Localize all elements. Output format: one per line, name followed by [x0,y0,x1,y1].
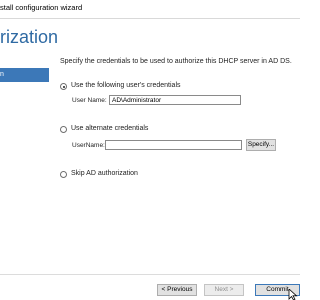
option-current-credentials-label: Use the following user's credentials [71,82,181,89]
specify-button[interactable]: Specify... [246,139,276,151]
user-name-label: User Name: [72,97,107,104]
next-button[interactable]: Next > [204,284,244,296]
radio-alternate-credentials[interactable] [60,126,67,133]
previous-button[interactable]: < Previous [157,284,197,296]
nav-item-label: n [0,71,4,78]
radio-current-credentials[interactable] [60,83,67,90]
option-skip-authorization-label: Skip AD authorization [71,170,138,177]
window-title: stall configuration wizard [0,3,83,12]
page-title: rization [0,27,59,47]
mouse-cursor-icon [288,289,298,300]
nav-item-authorization[interactable]: n [0,68,49,82]
option-alternate-credentials-label: Use alternate credentials [71,125,149,132]
user-name-field[interactable] [109,95,241,105]
alternate-username-field[interactable] [105,140,242,150]
wizard-nav: n [0,58,50,274]
page-description: Specify the credentials to be used to au… [60,58,292,65]
wizard-header: rization [0,19,300,55]
radio-skip-authorization[interactable] [60,171,67,178]
footer-divider [0,274,300,275]
alternate-username-label: UserName: [72,142,105,149]
window-titlebar: stall configuration wizard [0,0,300,19]
